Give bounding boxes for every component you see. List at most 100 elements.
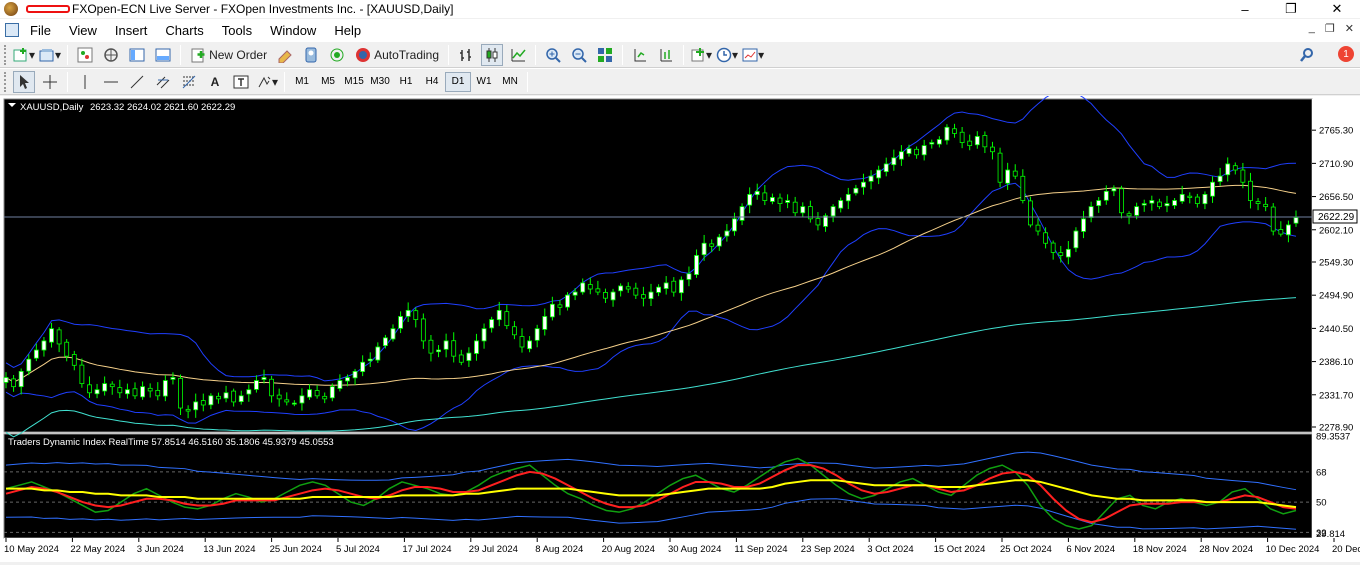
chart-window-icon[interactable]: [5, 23, 19, 37]
candle-body: [565, 294, 570, 308]
menu-charts[interactable]: Charts: [156, 23, 212, 38]
separator: [622, 44, 624, 65]
mdi-minimize-icon[interactable]: _: [1309, 22, 1315, 35]
new-chart-button[interactable]: ▾: [13, 44, 35, 66]
fibonacci-icon[interactable]: [178, 71, 200, 93]
candle-body: [254, 380, 259, 390]
bar-chart-icon[interactable]: [455, 44, 477, 66]
menu-insert[interactable]: Insert: [106, 23, 157, 38]
candle-body: [936, 139, 942, 145]
timeframe-h1[interactable]: H1: [393, 72, 419, 92]
candlestick-chart-icon[interactable]: [481, 43, 504, 66]
candle-body: [952, 128, 957, 134]
navigator-icon[interactable]: [126, 44, 148, 66]
candle-body: [1126, 213, 1132, 217]
candle-body: [383, 337, 388, 347]
candle-body: [1028, 200, 1033, 226]
zoom-in-icon[interactable]: [542, 44, 564, 66]
indicators-icon[interactable]: ▾: [690, 44, 712, 66]
separator: [535, 44, 537, 65]
candle-body: [261, 377, 267, 380]
candle-body: [155, 389, 161, 397]
candle-body: [959, 131, 965, 143]
notification-badge[interactable]: 1: [1338, 46, 1354, 62]
close-button[interactable]: ✕: [1314, 0, 1360, 18]
timeframe-m1[interactable]: M1: [289, 72, 315, 92]
price-axis-label: 2549.30: [1319, 257, 1353, 268]
candle-body: [1248, 180, 1253, 201]
separator: [284, 71, 286, 92]
menu-file[interactable]: File: [21, 23, 60, 38]
text-tool-icon[interactable]: A: [204, 71, 226, 93]
data-window-icon[interactable]: [100, 44, 122, 66]
menu-tools[interactable]: Tools: [213, 23, 261, 38]
price-axis-label: 2386.10: [1319, 357, 1353, 368]
horizontal-line-icon[interactable]: [100, 71, 122, 93]
zoom-out-icon[interactable]: [568, 44, 590, 66]
menu-view[interactable]: View: [60, 23, 106, 38]
search-icon[interactable]: [1296, 44, 1318, 66]
time-axis-label: 23 Sep 2024: [801, 544, 855, 555]
tile-windows-icon[interactable]: [594, 44, 616, 66]
timeframe-h4[interactable]: H4: [419, 72, 445, 92]
candle-body: [1012, 170, 1018, 177]
crosshair-icon[interactable]: [39, 71, 61, 93]
timeframe-m5[interactable]: M5: [315, 72, 341, 92]
cursor-icon[interactable]: [13, 70, 35, 93]
candle-body: [466, 352, 472, 361]
market-watch-icon[interactable]: [74, 44, 96, 66]
timeframe-w1[interactable]: W1: [471, 72, 497, 92]
separator: [67, 71, 68, 92]
candle-body: [785, 200, 790, 203]
candle-body: [299, 395, 305, 404]
candle-body: [512, 326, 517, 336]
candle-body: [1111, 187, 1117, 192]
line-chart-icon[interactable]: [507, 44, 529, 66]
mdi-restore-icon[interactable]: ❐: [1325, 22, 1335, 35]
tdi-axis-label: 68: [1316, 467, 1327, 478]
trendline-icon[interactable]: [126, 71, 148, 93]
autotrading-button[interactable]: AutoTrading: [352, 44, 442, 66]
toolbar-grip[interactable]: [4, 44, 7, 65]
templates-icon[interactable]: ▾: [742, 44, 764, 66]
candle-body: [1217, 175, 1223, 182]
tdi-subwindow-background: [3, 433, 1313, 539]
equidistant-channel-icon[interactable]: [152, 71, 174, 93]
chart-window[interactable]: 2765.30 2710.90 2656.50 2602.10 2549.30 2494.…: [0, 89, 1360, 562]
timeframe-m30[interactable]: M30: [367, 72, 393, 92]
strategy-tester-icon[interactable]: [300, 44, 322, 66]
vertical-line-icon[interactable]: [74, 71, 96, 93]
timeframe-mn[interactable]: MN: [497, 72, 523, 92]
mdi-close-icon[interactable]: ✕: [1345, 22, 1354, 35]
candle-body: [618, 285, 624, 292]
candle-body: [1119, 188, 1124, 214]
candle-body: [436, 349, 441, 353]
timeframe-m15[interactable]: M15: [341, 72, 367, 92]
candle-body: [238, 395, 244, 403]
text-label-icon[interactable]: [230, 71, 252, 93]
time-axis-label: 18 Nov 2024: [1133, 544, 1187, 555]
autoscroll-icon[interactable]: [629, 44, 651, 66]
candle-body: [1035, 224, 1041, 232]
meta-editor-icon[interactable]: [274, 44, 296, 66]
candle-body: [1020, 175, 1026, 201]
maximize-button[interactable]: ❐: [1268, 0, 1314, 18]
toolbar-grip[interactable]: [4, 71, 7, 92]
terminal-icon[interactable]: [152, 44, 174, 66]
profiles-button[interactable]: ▾: [39, 44, 61, 66]
menu-help[interactable]: Help: [325, 23, 370, 38]
new-order-button[interactable]: New Order: [187, 44, 270, 66]
candle-body: [572, 291, 578, 296]
arrows-icon[interactable]: ▾: [256, 71, 278, 93]
chart-canvas[interactable]: 2765.30 2710.90 2656.50 2602.10 2549.30 2494.…: [0, 89, 1360, 562]
timeframe-d1[interactable]: D1: [445, 71, 472, 92]
periods-icon[interactable]: ▾: [716, 44, 738, 66]
chart-ohlc-label: 2623.32 2624.02 2621.60 2622.29: [90, 102, 235, 113]
signals-icon[interactable]: [326, 44, 348, 66]
candle-body: [641, 294, 646, 299]
minimize-button[interactable]: –: [1222, 0, 1268, 18]
chart-shift-icon[interactable]: [655, 44, 677, 66]
candle-body: [603, 292, 608, 299]
menu-window[interactable]: Window: [261, 23, 325, 38]
time-axis-label: 5 Jul 2024: [336, 544, 380, 555]
